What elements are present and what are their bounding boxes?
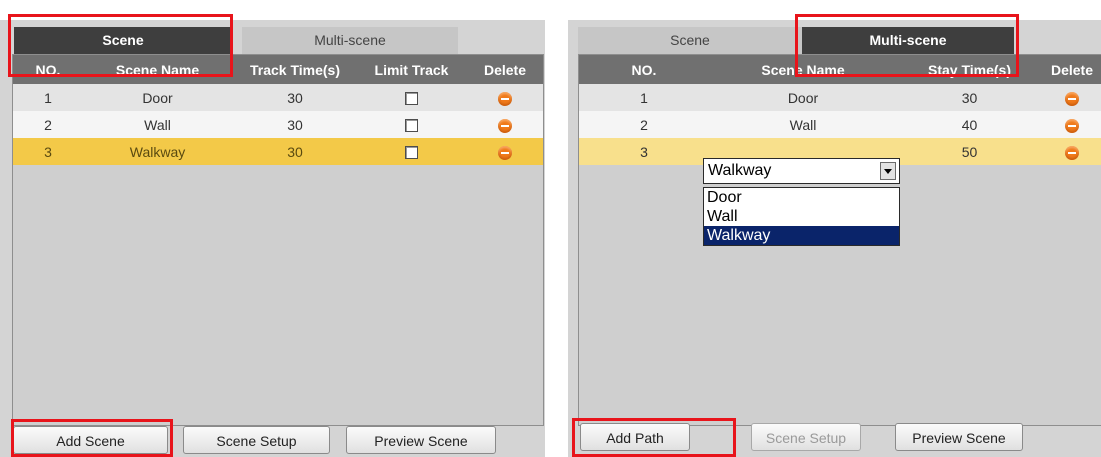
scene-name: Walkway	[83, 138, 232, 165]
table-header: NO. Scene Name Stay Time(s) Delete	[579, 55, 1101, 84]
add-scene-button[interactable]: Add Scene	[13, 426, 168, 454]
table-row[interactable]: 2 Wall 40	[579, 111, 1101, 138]
limit-track-checkbox[interactable]	[405, 119, 418, 133]
dropdown-option-walkway[interactable]: Walkway	[704, 226, 899, 245]
row-number: 2	[579, 111, 709, 138]
tab-multi-scene[interactable]: Multi-scene	[242, 27, 458, 54]
column-header-delete: Delete	[465, 55, 543, 84]
column-header-stay-time: Stay Time(s)	[897, 55, 1042, 84]
scene-name-select[interactable]: Walkway	[703, 158, 900, 184]
stay-time: 50	[897, 138, 1042, 165]
table-header: NO. Scene Name Track Time(s) Limit Track…	[13, 55, 543, 84]
add-path-button[interactable]: Add Path	[580, 423, 690, 451]
track-time: 30	[232, 84, 358, 111]
delete-icon[interactable]	[1065, 145, 1079, 160]
tab-multi-scene[interactable]: Multi-scene	[802, 27, 1014, 54]
scene-name: Wall	[709, 111, 897, 138]
row-number: 1	[13, 84, 83, 111]
table-row[interactable]: 1 Door 30	[13, 84, 543, 111]
track-time: 30	[232, 138, 358, 165]
limit-track-checkbox[interactable]	[405, 146, 418, 160]
column-header-no: NO.	[13, 55, 83, 84]
column-header-limit-track: Limit Track	[358, 55, 465, 84]
scene-name-dropdown: Door Wall Walkway	[703, 187, 900, 246]
stay-time: 30	[897, 84, 1042, 111]
row-number: 3	[579, 138, 709, 165]
column-header-scene-name: Scene Name	[83, 55, 232, 84]
delete-icon[interactable]	[1065, 91, 1079, 106]
scene-name: Door	[709, 84, 897, 111]
row-number: 3	[13, 138, 83, 165]
stay-time: 40	[897, 111, 1042, 138]
multi-scene-panel: Scene Multi-scene NO. Scene Name Stay Ti…	[568, 20, 1101, 457]
column-header-delete: Delete	[1042, 55, 1101, 84]
tab-scene[interactable]: Scene	[14, 27, 232, 54]
scene-name: Wall	[83, 111, 232, 138]
table-row[interactable]: 3 Walkway 30	[13, 138, 543, 165]
scene-setup-button: Scene Setup	[751, 423, 861, 451]
dropdown-option-door[interactable]: Door	[704, 188, 899, 207]
table-row[interactable]: 2 Wall 30	[13, 111, 543, 138]
chevron-down-icon[interactable]	[880, 162, 896, 180]
delete-icon[interactable]	[498, 91, 512, 106]
limit-track-checkbox[interactable]	[405, 92, 418, 106]
delete-icon[interactable]	[498, 145, 512, 160]
scene-setup-button[interactable]: Scene Setup	[183, 426, 330, 454]
column-header-track-time: Track Time(s)	[232, 55, 358, 84]
delete-icon[interactable]	[1065, 118, 1079, 133]
preview-scene-button[interactable]: Preview Scene	[895, 423, 1023, 451]
scene-name-select-value: Walkway	[708, 162, 772, 179]
column-header-no: NO.	[579, 55, 709, 84]
dropdown-option-wall[interactable]: Wall	[704, 207, 899, 226]
row-number: 2	[13, 111, 83, 138]
column-header-scene-name: Scene Name	[709, 55, 897, 84]
delete-icon[interactable]	[498, 118, 512, 133]
table-row[interactable]: 1 Door 30	[579, 84, 1101, 111]
scene-name: Door	[83, 84, 232, 111]
track-time: 30	[232, 111, 358, 138]
scene-table: NO. Scene Name Track Time(s) Limit Track…	[12, 54, 544, 426]
tab-scene[interactable]: Scene	[578, 27, 802, 54]
row-number: 1	[579, 84, 709, 111]
preview-scene-button[interactable]: Preview Scene	[346, 426, 496, 454]
scene-panel: Scene Multi-scene NO. Scene Name Track T…	[0, 20, 545, 457]
